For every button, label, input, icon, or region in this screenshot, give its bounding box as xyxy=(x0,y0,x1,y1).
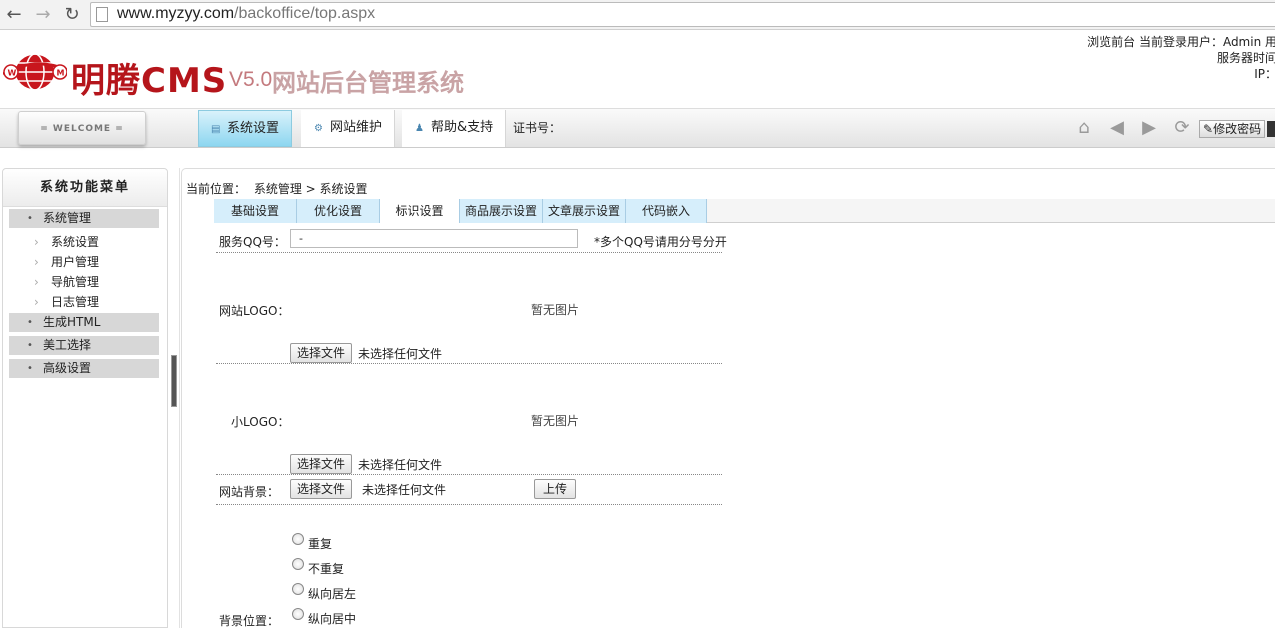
gear-icon: ⚙ xyxy=(314,123,323,134)
menu-item-user-management[interactable]: 用户管理 xyxy=(34,253,99,271)
radio-repeat-label: 重复 xyxy=(308,537,333,551)
address-bar[interactable]: www.myzyy.com/backoffice/top.aspx xyxy=(90,2,1275,27)
menu-group-generate-html[interactable]: 生成HTML xyxy=(9,313,159,332)
ip-line: IP： xyxy=(1254,67,1275,81)
background-choose-file-button[interactable]: 选择文件 xyxy=(290,479,353,499)
menu-item-system-settings[interactable]: 系统设置 xyxy=(34,233,99,251)
radio-vertical-left[interactable] xyxy=(292,583,304,595)
server-time-line: 服务器时间 xyxy=(1216,51,1275,65)
back-arrow-icon[interactable]: ← xyxy=(3,4,25,26)
logo-version: V5.0 xyxy=(229,68,273,91)
logo-brand: 明腾CMS xyxy=(71,61,228,101)
logo-system-name: 网站后台管理系统 xyxy=(272,69,464,97)
breadcrumb: 当前位置： 系统管理 > 系统设置 xyxy=(186,182,368,196)
globe-logo-icon: W M xyxy=(3,53,67,91)
sidebar-title: 系统功能菜单 xyxy=(3,169,167,207)
back-icon[interactable]: ◀ xyxy=(1107,118,1127,138)
qq-hint: *多个QQ号请用分号分开 xyxy=(594,235,727,249)
change-password-button[interactable]: ✎修改密码 xyxy=(1199,120,1266,138)
sidebar-resize-handle[interactable] xyxy=(171,355,177,407)
tab-help-support[interactable]: ♟ 帮助&支持 xyxy=(402,110,507,147)
tab-site-maintenance[interactable]: ⚙ 网站维护 xyxy=(301,110,396,147)
small-logo-label: 小LOGO： xyxy=(231,415,290,429)
forward-icon[interactable]: ▶ xyxy=(1139,118,1159,138)
logo-no-file-text: 未选择任何文件 xyxy=(358,347,443,361)
pencil-icon: ✎ xyxy=(1203,122,1214,136)
monitor-icon: ▤ xyxy=(211,124,221,135)
url-text[interactable]: www.myzyy.com/backoffice/top.aspx xyxy=(117,5,375,23)
upload-button[interactable]: 上传 xyxy=(534,479,577,499)
user-icon: ♟ xyxy=(415,123,424,134)
subtab-code-embed[interactable]: 代码嵌入 xyxy=(626,199,707,223)
background-position-label: 背景位置： xyxy=(219,614,280,628)
subtab-product-display[interactable]: 商品展示设置 xyxy=(460,199,543,223)
login-user-line[interactable]: 浏览前台 当前登录用户：Admin 用 xyxy=(1087,34,1275,50)
tab-system-settings[interactable]: ▤ 系统设置 xyxy=(198,110,293,147)
menu-group-theme[interactable]: 美工选择 xyxy=(9,336,159,355)
top-navigation: = WELCOME = ▤ 系统设置 ⚙ 网站维护 ♟ 帮助&支持 证书号： ⌂ ◀ … xyxy=(0,108,1275,148)
small-logo-no-image: 暂无图片 xyxy=(531,414,580,428)
forward-arrow-icon[interactable]: → xyxy=(32,4,54,26)
radio-no-repeat-label: 不重复 xyxy=(308,562,345,576)
menu-group-advanced[interactable]: 高级设置 xyxy=(9,359,159,378)
radio-vertical-center-label: 纵向居中 xyxy=(308,612,357,626)
menu-item-navigation-management[interactable]: 导航管理 xyxy=(34,273,99,291)
panel-divider xyxy=(179,168,180,628)
menu-group-system[interactable]: 系统管理 xyxy=(9,209,159,228)
row-divider xyxy=(216,504,722,505)
small-logo-no-file-text: 未选择任何文件 xyxy=(358,458,443,472)
subtab-optimization[interactable]: 优化设置 xyxy=(297,199,380,223)
subtab-identity[interactable]: 标识设置 xyxy=(380,199,460,223)
logo-no-image: 暂无图片 xyxy=(531,303,580,317)
subtab-basic[interactable]: 基础设置 xyxy=(214,199,297,223)
subtab-article-display[interactable]: 文章展示设置 xyxy=(543,199,626,223)
row-divider xyxy=(216,252,722,253)
svg-text:W: W xyxy=(8,69,17,78)
menu-item-log-management[interactable]: 日志管理 xyxy=(34,293,99,311)
sidebar: 系统功能菜单 系统管理 系统设置 用户管理 导航管理 日志管理 生成HTML 美… xyxy=(2,168,168,628)
logo-label: 网站LOGO： xyxy=(219,304,290,318)
login-info: 浏览前台 当前登录用户：Admin 用 服务器时间 IP： xyxy=(1087,34,1275,82)
site-header: W M 明腾CMS V5.0 网站后台管理系统 浏览前台 当前登录用户：Admi… xyxy=(0,30,1275,108)
refresh-icon[interactable]: ⟳ xyxy=(1172,118,1192,138)
radio-no-repeat[interactable] xyxy=(292,558,304,570)
qq-input[interactable]: - xyxy=(290,229,578,248)
page-icon xyxy=(96,7,108,22)
radio-vertical-left-label: 纵向居左 xyxy=(308,587,357,601)
welcome-badge: = WELCOME = xyxy=(18,111,146,145)
svg-text:M: M xyxy=(57,69,65,78)
settings-subtabs: 基础设置 优化设置 标识设置 商品展示设置 文章展示设置 代码嵌入 xyxy=(214,199,1275,223)
reload-icon[interactable]: ↻ xyxy=(61,4,83,26)
certificate-label: 证书号： xyxy=(513,121,562,135)
logo-choose-file-button[interactable]: 选择文件 xyxy=(290,343,353,363)
background-no-file-text: 未选择任何文件 xyxy=(362,483,447,497)
home-icon[interactable]: ⌂ xyxy=(1074,118,1094,138)
row-divider xyxy=(216,474,722,475)
qq-label: 服务QQ号： xyxy=(219,235,286,249)
small-logo-choose-file-button[interactable]: 选择文件 xyxy=(290,454,353,474)
background-label: 网站背景： xyxy=(219,485,280,499)
browser-toolbar: ← → ↻ www.myzyy.com/backoffice/top.aspx xyxy=(0,0,1275,30)
row-divider xyxy=(216,363,722,364)
radio-repeat[interactable] xyxy=(292,533,304,545)
logout-button[interactable] xyxy=(1267,121,1275,137)
radio-vertical-center[interactable] xyxy=(292,608,304,620)
